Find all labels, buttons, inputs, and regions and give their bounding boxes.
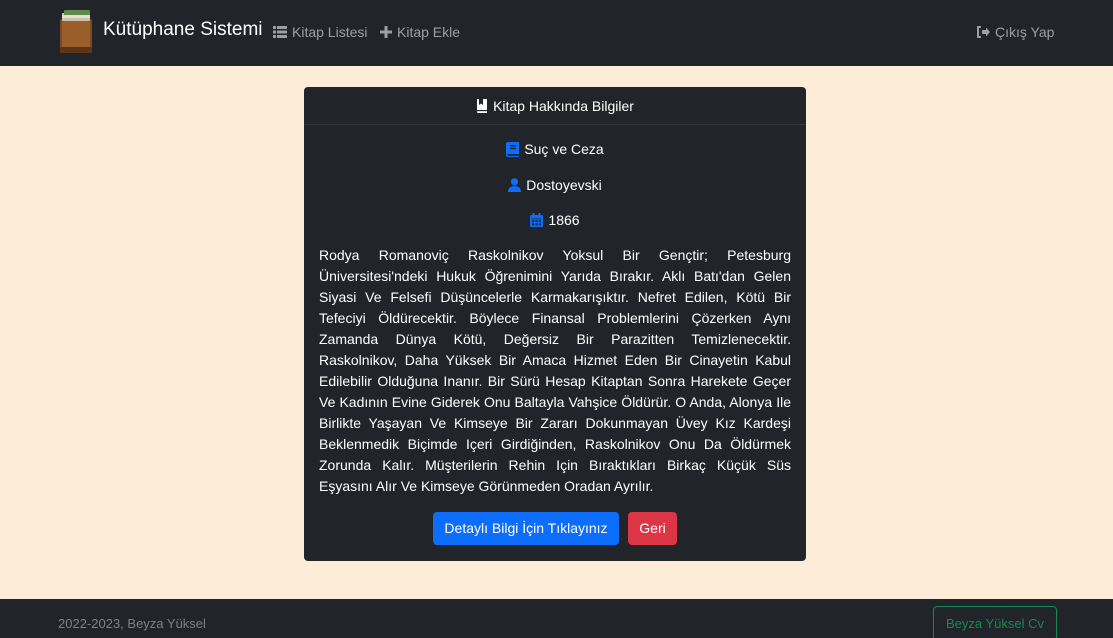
top-navbar: Kütüphane Sistemi Kitap Listesi Kitap Ek… [0, 0, 1113, 66]
nav-kitap-ekle-label: Kitap Ekle [397, 24, 461, 40]
footer-copyright: 2022-2023, Beyza Yüksel [58, 616, 206, 631]
nav-kitap-listesi-label: Kitap Listesi [292, 24, 368, 40]
nav-kitap-ekle[interactable]: Kitap Ekle [380, 24, 460, 40]
sign-out-icon [977, 26, 990, 38]
back-button[interactable]: Geri [628, 512, 677, 545]
books-logo-icon[interactable] [58, 9, 94, 54]
book-year: 1866 [548, 212, 580, 228]
book-info-card: Kitap Hakkında Bilgiler Suç ve Ceza Dost… [304, 87, 806, 561]
logout-link[interactable]: Çıkış Yap [976, 24, 1054, 40]
book-title-row: Suç ve Ceza [304, 141, 806, 157]
list-icon [273, 26, 287, 38]
footer: 2022-2023, Beyza Yüksel Beyza Yüksel Cv [0, 599, 1113, 638]
book-year-row: 1866 [304, 212, 806, 228]
logout-label: Çıkış Yap [995, 24, 1055, 40]
user-icon [508, 178, 522, 192]
detail-info-button[interactable]: Detaylı Bilgi İçin Tıklayınız [433, 512, 619, 545]
book-author: Dostoyevski [526, 177, 602, 193]
book-title: Suç ve Ceza [524, 141, 604, 157]
book-icon [506, 141, 520, 157]
calendar-icon [530, 213, 544, 227]
cv-button[interactable]: Beyza Yüksel Cv [933, 606, 1057, 638]
book-author-row: Dostoyevski [304, 177, 806, 193]
brand-name[interactable]: Kütüphane Sistemi [103, 19, 263, 41]
card-header-title: Kitap Hakkında Bilgiler [493, 97, 634, 114]
nav-kitap-listesi[interactable]: Kitap Listesi [273, 24, 367, 40]
card-header: Kitap Hakkında Bilgiler [304, 87, 806, 125]
plus-icon [380, 26, 392, 38]
book-description: Rodya Romanoviç Raskolnikov Yoksul Bir G… [319, 247, 791, 494]
book-bookmark-icon [477, 98, 488, 113]
